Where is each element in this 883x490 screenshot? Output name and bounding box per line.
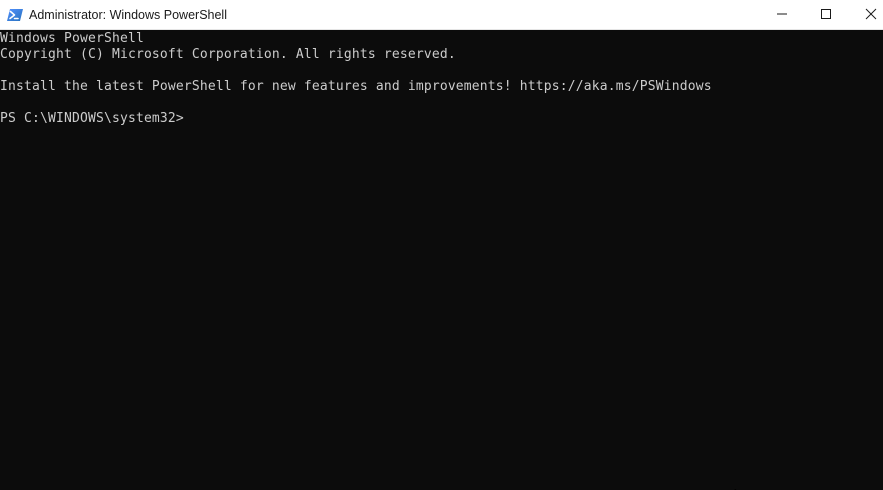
close-icon <box>865 8 877 20</box>
console-line-header: Windows PowerShell <box>0 31 144 46</box>
console-output[interactable]: Windows PowerShell Copyright (C) Microso… <box>0 30 883 490</box>
close-button[interactable] <box>848 0 883 29</box>
console-line-copyright: Copyright (C) Microsoft Corporation. All… <box>0 47 456 62</box>
title-bar[interactable]: Administrator: Windows PowerShell <box>0 0 883 30</box>
powershell-window: Administrator: Windows PowerShell Window… <box>0 0 883 490</box>
maximize-button[interactable] <box>803 0 849 29</box>
maximize-icon <box>821 9 831 19</box>
mouse-pointer-icon <box>734 482 744 490</box>
window-title: Administrator: Windows PowerShell <box>29 8 227 22</box>
minimize-icon <box>777 13 787 15</box>
powershell-icon[interactable] <box>7 7 23 23</box>
console-line-update-notice: Install the latest PowerShell for new fe… <box>0 79 712 94</box>
console-prompt[interactable]: PS C:\WINDOWS\system32> <box>0 111 184 127</box>
minimize-button[interactable] <box>759 0 805 29</box>
